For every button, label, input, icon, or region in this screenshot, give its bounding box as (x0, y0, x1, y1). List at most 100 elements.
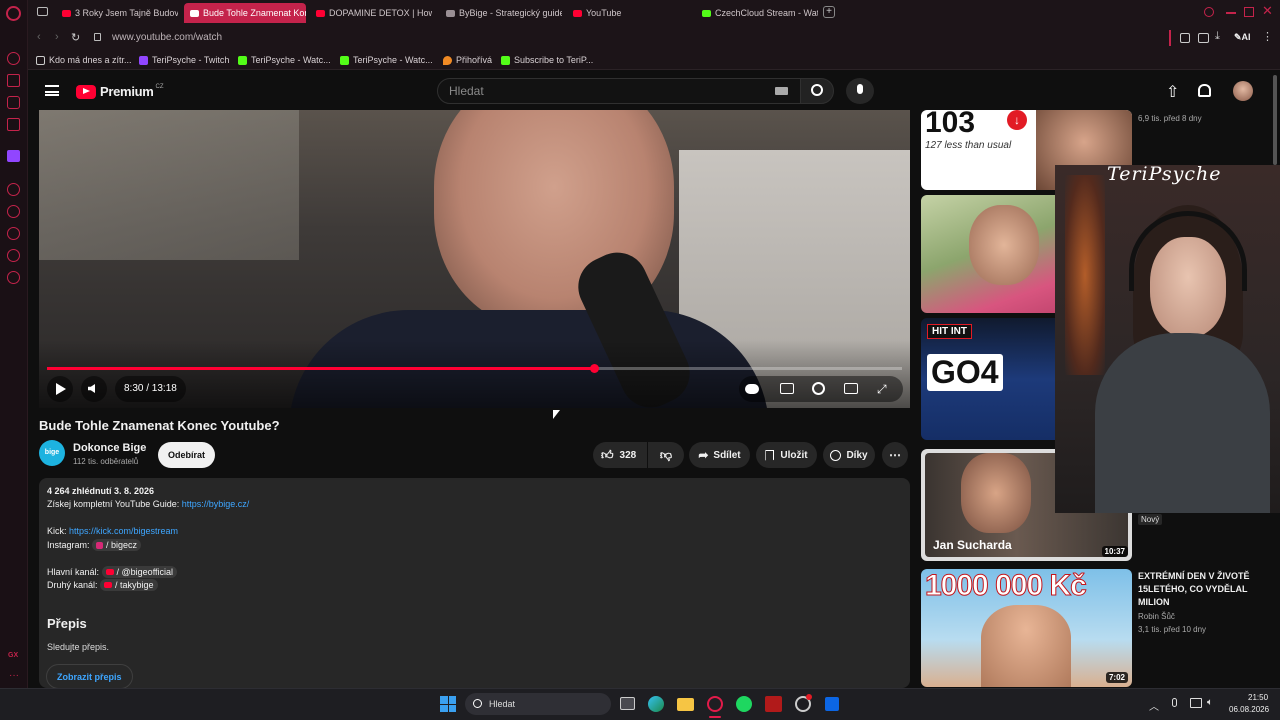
thanks-button[interactable]: Díky (823, 442, 875, 468)
box-icon[interactable] (7, 249, 20, 262)
tab-4[interactable]: YouTube (567, 3, 689, 23)
trello-icon[interactable] (825, 697, 839, 711)
taskbar-clock[interactable]: 21:50 (1248, 693, 1268, 702)
miniplayer-icon[interactable] (844, 383, 858, 394)
spotify-icon[interactable] (736, 696, 752, 712)
fullscreen-icon[interactable]: ⤢ (877, 382, 887, 397)
bookmark-2[interactable]: TeriPsyche - Watc... (238, 55, 331, 65)
show-transcript-button[interactable]: Zobrazit přepis (46, 664, 133, 689)
edge-icon[interactable] (648, 696, 664, 712)
main-channel-chip[interactable]: / @bigeofficial (101, 566, 178, 578)
guide-link[interactable]: https://bybige.cz/ (182, 499, 250, 509)
bookmark-1[interactable]: TeriPsyche - Twitch (139, 55, 229, 65)
settings-icon[interactable] (7, 271, 20, 284)
tab-2[interactable]: DOPAMINE DETOX | How (310, 3, 432, 23)
play-button[interactable] (47, 376, 73, 402)
tray-chevron-icon[interactable]: ︿ (1149, 698, 1159, 713)
extensions-icon[interactable] (1180, 33, 1190, 43)
like-button[interactable]: 👍︎ 328 (593, 442, 647, 468)
channel-name[interactable]: Dokonce Bige (73, 442, 146, 454)
tray-mic-icon[interactable] (1172, 698, 1177, 707)
mouse-cursor (553, 410, 560, 419)
twitch-icon[interactable] (7, 150, 20, 162)
crypto-wallet-icon[interactable] (7, 74, 20, 87)
minimize-icon[interactable] (1226, 12, 1236, 14)
bell-icon[interactable] (1198, 84, 1211, 97)
save-button[interactable]: Uložit (756, 442, 817, 468)
upload-icon[interactable]: ⇧ (1166, 82, 1179, 102)
subtitles-icon[interactable] (780, 383, 794, 394)
recommendation-title-4[interactable]: EXTRÉMNÍ DEN V ŽIVOTĚ 15LETÉHO, CO VYDĚL… (1138, 570, 1254, 609)
share-button[interactable]: ➦ Sdílet (689, 442, 750, 468)
gx-corner-icon[interactable] (7, 118, 20, 131)
more-icon[interactable]: ··· (9, 670, 19, 681)
channel-avatar[interactable]: bige (39, 440, 65, 466)
hamburger-icon[interactable] (45, 85, 59, 96)
bookmark-0[interactable]: Kdo má dnes a zítr... (36, 55, 132, 65)
more-actions-button[interactable]: ⋯ (882, 442, 908, 468)
second-channel-chip[interactable]: / takybige (100, 579, 158, 591)
volume-button[interactable] (81, 376, 107, 402)
reload-icon[interactable]: ↻ (71, 31, 80, 44)
tab-3[interactable]: ByBige - Strategický guide (440, 3, 562, 23)
tray-display-icon[interactable] (1190, 698, 1202, 708)
description-box[interactable]: 4 264 zhlédnutí 3. 8. 2026 Získej komple… (39, 478, 910, 689)
kick-icon (238, 55, 247, 65)
instagram-chip[interactable]: / bigecz (92, 539, 142, 551)
new-tab-button[interactable]: + (823, 6, 835, 18)
bookmark-4[interactable]: Přihořívá (443, 55, 492, 65)
youtube-logo[interactable]: Premium CZ (76, 84, 164, 99)
tab-5[interactable]: CzechCloud Stream - Watc (696, 3, 818, 23)
recommendation-channel-4[interactable]: Robin Šůč (1138, 612, 1175, 621)
back-icon[interactable]: ‹ (37, 31, 41, 43)
webcam-light (1065, 175, 1105, 375)
search-input[interactable]: Hledat (437, 78, 801, 104)
keyboard-icon[interactable] (775, 87, 788, 95)
history-icon[interactable] (7, 227, 20, 240)
page-scrollbar[interactable] (1273, 75, 1277, 165)
taskbar-date[interactable]: 06.08.2026 (1229, 705, 1269, 714)
tab-0[interactable]: 3 Roky Jsem Tajně Budova (56, 3, 178, 23)
opera-logo-icon[interactable] (6, 6, 21, 21)
fire-icon (443, 55, 452, 65)
ai-button[interactable]: ✎AI (1234, 32, 1251, 43)
task-view-icon[interactable] (620, 697, 635, 710)
heart-icon[interactable] (7, 205, 20, 218)
messenger-icon[interactable] (7, 96, 20, 109)
file-explorer-icon[interactable] (677, 698, 694, 711)
windows-start-icon[interactable] (440, 696, 456, 712)
settings-icon[interactable] (812, 382, 825, 395)
maximize-icon[interactable] (1244, 7, 1254, 17)
url-field[interactable]: www.youtube.com/watch (88, 29, 1168, 47)
search-button[interactable] (800, 78, 834, 104)
download-icon[interactable]: ⤓ (1215, 30, 1220, 43)
autoplay-toggle[interactable] (745, 384, 759, 394)
description-line-kick: Kick: https://kick.com/bigestream (47, 526, 179, 536)
opera-gx-icon[interactable] (707, 696, 723, 712)
add-icon[interactable] (7, 183, 20, 196)
tab-1[interactable]: Bude Tohle Znamenat Konc (184, 3, 306, 23)
bookmark-3[interactable]: TeriPsyche - Watc... (340, 55, 433, 65)
avatar[interactable] (1233, 81, 1253, 101)
tray-volume-icon[interactable]: 🔈︎ (1207, 697, 1213, 708)
volume-icon (88, 384, 95, 393)
kick-link[interactable]: https://kick.com/bigestream (69, 526, 178, 536)
video-player[interactable]: 8:30 / 13:18 ⤢ (39, 110, 910, 408)
forward-icon[interactable]: › (55, 31, 59, 43)
voice-search-button[interactable] (846, 78, 874, 104)
tab-overview-icon[interactable] (37, 7, 48, 16)
subscribe-button[interactable]: Odebírat (158, 442, 215, 468)
progress-bar[interactable] (47, 364, 902, 373)
menu-icon[interactable]: ⋮ (1262, 30, 1273, 43)
bookmark-5[interactable]: Subscribe to TeriP... (501, 55, 593, 65)
voicemeeter-icon[interactable] (765, 696, 782, 712)
close-icon[interactable]: ✕ (1262, 3, 1273, 19)
webcam-headset (1129, 211, 1247, 291)
snapshot-icon[interactable] (1198, 33, 1209, 43)
dislike-button[interactable]: 👎︎ (648, 442, 684, 468)
taskbar-search[interactable]: Hledat (465, 693, 611, 715)
gx-label-icon[interactable]: GX (8, 652, 18, 659)
search-tabs-icon[interactable] (1204, 7, 1214, 17)
aria-icon[interactable] (7, 52, 20, 65)
recommendation-thumb-4[interactable]: 1000 000 Kč 7:02 (921, 569, 1132, 687)
